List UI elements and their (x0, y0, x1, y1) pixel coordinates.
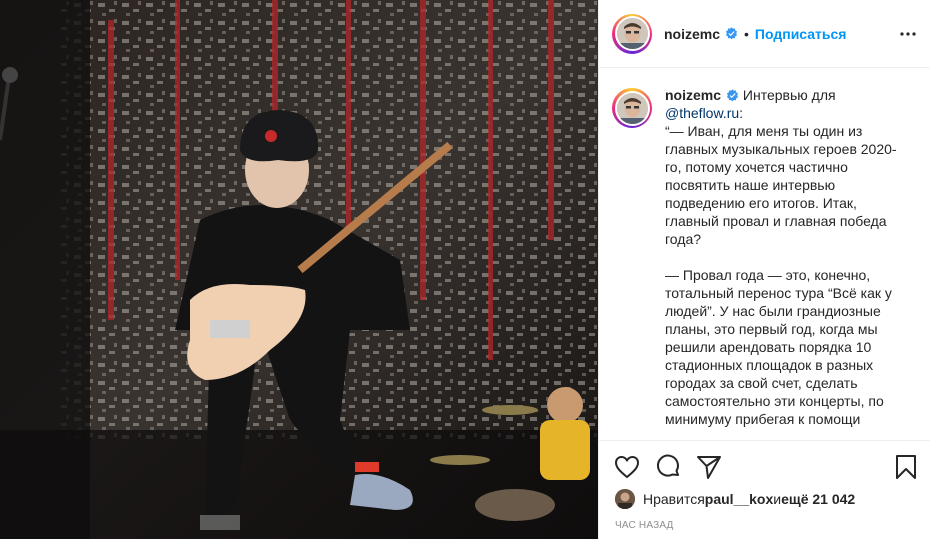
follow-button[interactable]: Подписаться (755, 26, 847, 42)
author-username[interactable]: noizemc (664, 26, 720, 42)
verified-badge-icon (725, 27, 738, 40)
liker-username[interactable]: paul__kox (705, 491, 773, 507)
caption-area: noizemc Интервью для @theflow.ru: “— Ива… (612, 86, 924, 436)
liker-avatar[interactable] (615, 489, 635, 509)
post-image[interactable] (0, 0, 598, 539)
post-details-panel: noizemc • Подписаться noizemc Интервью д… (598, 0, 930, 539)
caption-avatar-ring[interactable] (612, 88, 652, 128)
caption-text: noizemc Интервью для @theflow.ru: “— Ива… (665, 86, 905, 428)
comment-icon[interactable] (654, 453, 682, 481)
caption-verified-badge-icon (726, 89, 739, 102)
post-header: noizemc • Подписаться (599, 0, 930, 68)
post-timestamp[interactable]: час назад (615, 520, 674, 531)
post-actions: Нравится paul__kox и ещё 21 042 час наза… (599, 440, 930, 541)
likes-prefix: Нравится (643, 491, 705, 507)
caption-mention[interactable]: @theflow.ru (665, 105, 739, 121)
caption-body: “— Иван, для меня ты один из главных муз… (665, 123, 897, 427)
caption-intro-end: : (739, 105, 744, 121)
separator-dot: • (744, 25, 749, 42)
caption-avatar (616, 92, 648, 124)
author-avatar (616, 18, 648, 49)
caption-intro: Интервью для (739, 87, 840, 103)
author-avatar-ring[interactable] (612, 13, 652, 54)
likes-middle: и (773, 491, 782, 507)
heart-icon[interactable] (613, 453, 641, 481)
caption-username[interactable]: noizemc (665, 87, 721, 103)
bookmark-icon[interactable] (892, 453, 920, 481)
likes-count[interactable]: ещё 21 042 (781, 491, 855, 507)
share-icon[interactable] (695, 453, 723, 481)
likes-summary: Нравится paul__kox и ещё 21 042 (615, 489, 855, 509)
concert-photo (0, 0, 598, 539)
more-options-icon[interactable] (900, 24, 916, 44)
